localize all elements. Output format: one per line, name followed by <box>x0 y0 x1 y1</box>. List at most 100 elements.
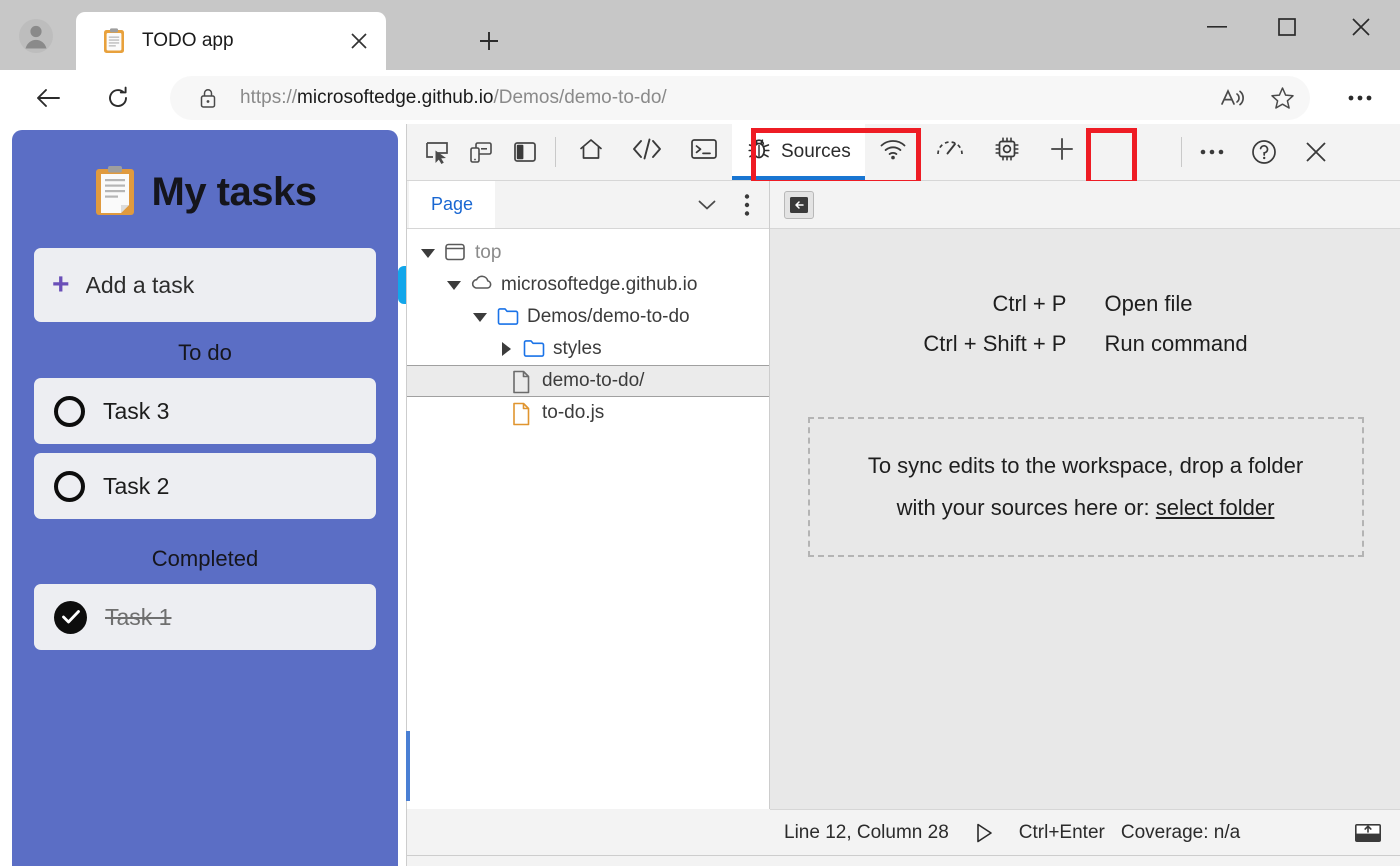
show-drawer-icon[interactable] <box>1349 818 1387 848</box>
js-document-icon <box>511 402 533 426</box>
read-aloud-icon[interactable] <box>1210 76 1254 120</box>
devtools-toolbar: Sources <box>407 124 1400 185</box>
url-path: /Demos/demo-to-do/ <box>493 87 667 108</box>
url-host: microsoftedge.github.io <box>297 87 494 108</box>
twisty-expanded-icon[interactable] <box>421 248 435 258</box>
network-wifi-icon <box>879 137 907 167</box>
section-heading-completed: Completed <box>151 546 259 571</box>
task-row[interactable]: Task 1 <box>34 584 376 650</box>
task-checkbox-unchecked-icon[interactable] <box>54 395 85 427</box>
dropzone-line-2-prefix: with your sources here or: <box>896 495 1150 520</box>
task-label: Task 1 <box>105 603 172 630</box>
twisty-expanded-icon[interactable] <box>447 280 461 290</box>
address-bar[interactable]: https://microsoftedge.github.io/Demos/de… <box>170 76 1310 120</box>
devtools-drawer: Console Issues <box>407 855 1400 866</box>
omnibox-actions <box>1210 76 1304 120</box>
browser-title-bar: TODO app <box>0 0 1400 70</box>
tab-home[interactable] <box>564 124 618 180</box>
new-tab-button[interactable] <box>470 22 508 60</box>
task-checkbox-unchecked-icon[interactable] <box>54 470 85 502</box>
tab-sources-label: Sources <box>781 141 851 162</box>
tab-performance[interactable] <box>921 124 979 180</box>
task-row[interactable]: Task 2 <box>34 453 376 519</box>
tree-item-label: Demos/demo-to-do <box>527 306 690 327</box>
new-task-input[interactable] <box>85 271 382 299</box>
tree-item-file-to-do-js[interactable]: to-do.js <box>407 397 769 429</box>
memory-chip-icon <box>993 135 1021 169</box>
more-options-ellipsis-icon[interactable] <box>1190 130 1234 174</box>
dock-side-icon[interactable] <box>503 130 547 174</box>
inspect-element-icon[interactable] <box>415 130 459 174</box>
window-close-button[interactable] <box>1330 0 1392 54</box>
tab-more-panels-button[interactable] <box>1035 124 1089 180</box>
lock-icon <box>198 87 218 109</box>
bug-icon <box>746 136 772 168</box>
shortcut-keys: Ctrl + P <box>992 291 1067 316</box>
select-folder-link[interactable]: select folder <box>1156 495 1275 520</box>
add-task-row[interactable]: + <box>34 248 406 322</box>
dropzone-line-2: with your sources here or: select folder <box>897 495 1275 521</box>
play-triangle-icon[interactable] <box>965 818 1003 848</box>
twisty-expanded-icon[interactable] <box>473 312 487 322</box>
back-arrow-icon[interactable] <box>26 76 70 120</box>
vertical-ellipsis-icon[interactable] <box>729 187 765 223</box>
task-label: Task 2 <box>103 472 170 499</box>
url-text: https://microsoftedge.github.io/Demos/de… <box>240 87 667 109</box>
performance-gauge-icon <box>935 137 965 167</box>
navigator-tab-bar: Page <box>407 181 769 229</box>
clipboard-icon <box>102 28 126 54</box>
show-navigator-icon[interactable] <box>784 190 814 219</box>
console-terminal-icon <box>690 137 718 167</box>
elements-code-icon <box>632 138 662 166</box>
profile-avatar-icon[interactable] <box>12 12 60 60</box>
tab-console[interactable] <box>676 124 732 180</box>
chevron-down-icon[interactable] <box>689 187 725 223</box>
tree-item-origin[interactable]: microsoftedge.github.io <box>407 269 769 301</box>
clipboard-icon <box>94 166 136 218</box>
browser-settings-ellipsis-icon[interactable] <box>1338 76 1382 120</box>
todo-app: My tasks + To do Task 3 Task 2 <box>12 130 406 866</box>
navigator-tab-page[interactable]: Page <box>409 181 496 228</box>
devtools-panel: Sources Page top microsoftedge.github.io… <box>406 124 1400 866</box>
folder-icon <box>522 338 545 360</box>
tab-sources[interactable]: Sources <box>732 124 865 180</box>
task-checkbox-checked-icon[interactable] <box>54 600 87 634</box>
workspace-dropzone[interactable]: To sync edits to the workspace, drop a f… <box>807 417 1364 557</box>
sources-editor-pane: Ctrl + P Open file Ctrl + Shift + P Run … <box>770 181 1400 809</box>
frame-icon <box>444 242 466 264</box>
window-maximize-button[interactable] <box>1256 0 1318 54</box>
more-tabs-plus-icon <box>1049 136 1075 168</box>
toolbar-divider <box>555 137 556 167</box>
sources-navigator-pane: Page top microsoftedge.github.io Demos/d… <box>407 181 770 809</box>
tree-item-label: styles <box>553 338 602 359</box>
star-icon[interactable] <box>1260 76 1304 120</box>
devtools-main: Page top microsoftedge.github.io Demos/d… <box>407 181 1400 809</box>
tab-elements[interactable] <box>618 124 676 180</box>
tree-item-top[interactable]: top <box>407 237 769 269</box>
add-task-submit-button[interactable] <box>397 266 406 304</box>
twisty-collapsed-icon[interactable] <box>499 342 513 356</box>
section-heading-todo: To do <box>178 340 232 365</box>
help-question-icon[interactable] <box>1242 130 1286 174</box>
window-minimize-button[interactable] <box>1186 0 1248 54</box>
tree-item-folder-demos[interactable]: Demos/demo-to-do <box>407 301 769 333</box>
close-devtools-icon[interactable] <box>1294 130 1338 174</box>
tree-item-file-demo-to-do[interactable]: demo-to-do/ <box>407 365 769 397</box>
browser-window: TODO app https://microsoftedge.github.io… <box>0 0 1400 866</box>
tab-network[interactable] <box>865 124 921 180</box>
editor-placeholder: Ctrl + P Open file Ctrl + Shift + P Run … <box>770 229 1400 809</box>
editor-shortcut-list: Ctrl + P Open file Ctrl + Shift + P Run … <box>923 291 1247 357</box>
tab-memory[interactable] <box>979 124 1035 180</box>
device-emulation-icon[interactable] <box>459 130 503 174</box>
web-page-viewport: My tasks + To do Task 3 Task 2 <box>0 124 406 866</box>
tab-close-icon[interactable] <box>344 26 374 56</box>
browser-tab[interactable]: TODO app <box>76 12 386 70</box>
tree-item-folder-styles[interactable]: styles <box>407 333 769 365</box>
cloud-icon <box>470 274 492 296</box>
reload-icon[interactable] <box>96 76 140 120</box>
shortcut-action: Run command <box>1104 331 1248 356</box>
url-scheme: https:// <box>240 87 298 108</box>
source-file-tree: top microsoftedge.github.io Demos/demo-t… <box>407 229 769 429</box>
task-row[interactable]: Task 3 <box>34 378 376 444</box>
cursor-position: Line 12, Column 28 <box>784 821 949 843</box>
